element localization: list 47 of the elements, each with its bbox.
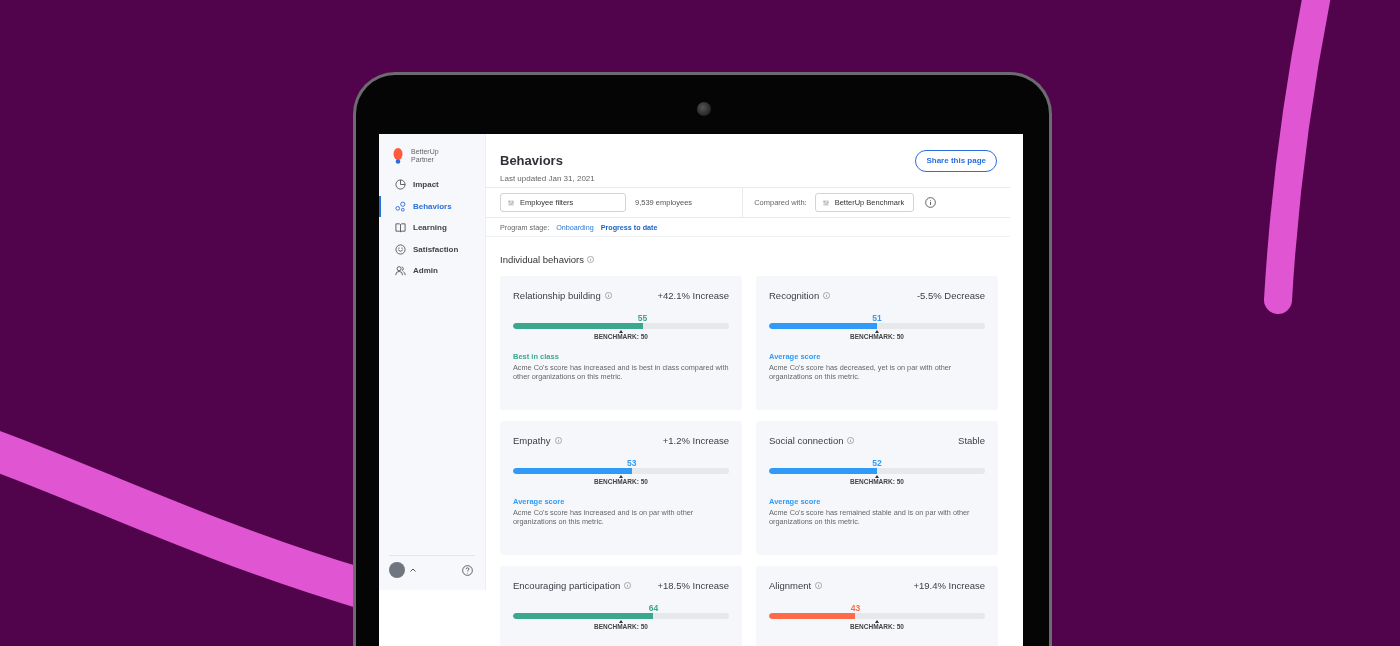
change-text: +18.5% Increase (657, 579, 729, 591)
info-icon[interactable] (604, 291, 612, 299)
info-icon[interactable] (924, 197, 936, 208)
camera-icon (697, 102, 711, 116)
nav-item[interactable]: Behaviors (379, 195, 485, 217)
logo-icon (393, 148, 403, 164)
nodes-icon (395, 200, 406, 212)
change-text: +19.4% Increase (913, 579, 985, 591)
change-text: -5.5% Decrease (916, 289, 985, 301)
help-icon[interactable] (462, 564, 473, 576)
caret-icon[interactable] (410, 568, 416, 572)
score-value: 55 (637, 313, 648, 323)
score-value: 51 (872, 313, 882, 323)
last-updated-text: Last updated Jan 31, 2021 (500, 173, 595, 183)
smiley-icon (395, 243, 406, 255)
nav-item[interactable]: Learning (379, 217, 485, 239)
info-icon[interactable] (554, 436, 562, 444)
behavior-title: Alignment (769, 579, 812, 591)
book-icon (395, 222, 406, 234)
pie-chart-icon (395, 179, 406, 191)
info-icon[interactable] (587, 256, 594, 263)
info-icon[interactable] (847, 436, 855, 444)
nav-item[interactable]: Satisfaction (379, 238, 485, 260)
behavior-title: Encouraging participation (513, 579, 621, 591)
page-title: Behaviors (500, 152, 564, 168)
sliders-icon (508, 199, 514, 206)
change-text: Stable (958, 434, 985, 446)
people-icon (395, 265, 406, 277)
score-value: 43 (850, 603, 861, 613)
behavior-title: Relationship building (513, 289, 601, 301)
score-value: 53 (627, 458, 637, 468)
behavior-title: Social connection (769, 434, 844, 446)
sliders-icon (822, 199, 829, 206)
behavior-title: Empathy (513, 434, 551, 446)
change-text: +1.2% Increase (662, 434, 729, 446)
info-icon[interactable] (823, 291, 831, 299)
avatar[interactable] (389, 562, 405, 578)
info-icon[interactable] (815, 581, 823, 589)
share-button[interactable]: Share this page (915, 149, 997, 172)
score-value: 64 (648, 603, 659, 613)
score-value: 52 (872, 458, 882, 468)
info-icon[interactable] (624, 581, 632, 589)
change-text: +42.1% Increase (657, 289, 729, 301)
nav-item[interactable]: Impact (379, 174, 485, 196)
section-title: Individual behaviors (500, 254, 584, 265)
behavior-title: Recognition (769, 289, 820, 301)
nav-item[interactable]: Admin (379, 260, 485, 282)
